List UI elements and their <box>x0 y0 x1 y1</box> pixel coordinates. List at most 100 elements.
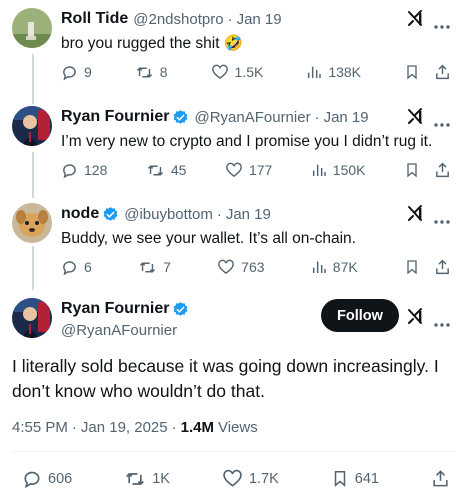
repost-icon <box>136 67 152 77</box>
bookmark-count: 641 <box>354 470 379 487</box>
thread-line-3 <box>32 246 34 290</box>
tweet-text: Buddy, we see your wallet. It’s all on-c… <box>61 230 356 247</box>
views-icon <box>312 164 326 176</box>
handle[interactable]: @2ndshotpro <box>133 11 223 28</box>
views-count: 87K <box>332 259 358 275</box>
repost-button[interactable]: 8 <box>135 64 168 81</box>
like-count: 763 <box>241 259 265 275</box>
dot-separator: · <box>227 10 233 28</box>
views-label: Views <box>217 419 258 436</box>
repost-count: 8 <box>159 64 168 80</box>
bookmark-icon[interactable] <box>404 258 420 276</box>
follow-button[interactable]: Follow <box>321 299 399 332</box>
bookmark-icon[interactable] <box>404 161 420 179</box>
bookmark-icon[interactable] <box>404 63 420 81</box>
dot-separator: · <box>216 205 222 223</box>
avatar[interactable] <box>12 106 52 146</box>
grok-icon[interactable] <box>406 9 424 27</box>
main-tweet-text-line: I literally sold because it was going do… <box>12 356 439 376</box>
display-name[interactable]: Roll Tide <box>61 10 128 28</box>
views-icon <box>308 66 322 78</box>
avatar[interactable] <box>12 203 52 243</box>
verified-badge-icon <box>174 109 188 124</box>
views-button[interactable]: 150K <box>311 162 366 178</box>
avatar[interactable] <box>12 8 52 48</box>
tweet-date[interactable]: Jan 19 <box>324 109 369 126</box>
reply-icon <box>63 260 76 275</box>
action-bar: 9 8 1.5K 138K <box>61 63 451 81</box>
display-name[interactable]: Ryan Fournier <box>61 300 169 318</box>
tweet-date[interactable]: Jan 19 <box>226 206 271 223</box>
reply-icon <box>24 471 40 488</box>
share-icon[interactable] <box>434 161 451 179</box>
thread-line-2 <box>32 152 34 198</box>
more-icon[interactable] <box>433 211 451 224</box>
views-count: 138K <box>328 64 362 80</box>
handle[interactable]: @RyanAFournier <box>194 109 310 126</box>
grok-icon[interactable] <box>406 107 424 125</box>
repost-icon <box>126 472 145 485</box>
views-count: 150K <box>332 162 366 178</box>
repost-button[interactable]: 1K <box>124 469 170 489</box>
like-icon <box>218 259 234 274</box>
reply-button[interactable]: 606 <box>22 469 72 489</box>
share-icon[interactable] <box>431 468 450 489</box>
reply-count: 9 <box>84 64 92 80</box>
repost-button[interactable]: 7 <box>138 259 171 276</box>
like-icon <box>223 469 242 487</box>
grok-icon[interactable] <box>406 307 424 325</box>
tweet-date[interactable]: Jan 19, 2025 <box>81 419 168 436</box>
views-icon <box>312 261 326 273</box>
tweet-text: I’m very new to crypto and I promise you… <box>61 133 433 150</box>
bookmark-button[interactable]: 641 <box>331 468 379 489</box>
reply-icon <box>63 163 76 178</box>
like-icon <box>211 64 228 79</box>
views-button[interactable]: 138K <box>306 64 361 80</box>
tweet-text: bro you rugged the shit 🤣 <box>61 35 244 52</box>
views-button[interactable]: 87K <box>311 259 358 275</box>
dot-separator: · <box>171 419 177 436</box>
like-button[interactable]: 1.5K <box>211 64 264 81</box>
repost-count: 7 <box>163 259 171 275</box>
action-bar: 128 45 177 150K <box>61 161 451 179</box>
verified-badge-icon <box>174 301 188 316</box>
dot-separator: · <box>314 108 320 126</box>
share-icon[interactable] <box>434 258 451 276</box>
divider <box>12 451 455 452</box>
like-count: 177 <box>248 162 273 178</box>
reply-button[interactable]: 6 <box>61 259 92 276</box>
like-button[interactable]: 1.7K <box>222 469 279 489</box>
repost-icon <box>147 165 163 175</box>
more-icon[interactable] <box>433 16 451 29</box>
bookmark-icon <box>334 471 346 487</box>
views-count: 1.4M <box>180 419 214 436</box>
main-action-bar: 606 1K 1.7K 641 <box>22 468 450 489</box>
tweet-date[interactable]: Jan 19 <box>237 11 282 28</box>
tweet-time[interactable]: 4:55 PM <box>12 419 68 436</box>
like-count: 1.7K <box>248 470 279 487</box>
tweet-meta: 4:55 PM · Jan 19, 2025 · 1.4M Views <box>12 419 258 436</box>
verified-badge-icon <box>103 206 118 221</box>
main-tweet-text-line: don’t know who wouldn’t do that. <box>12 381 265 401</box>
handle[interactable]: @RyanAFournier <box>61 322 177 339</box>
more-icon[interactable] <box>433 114 451 127</box>
display-name[interactable]: node <box>61 205 99 223</box>
grok-icon[interactable] <box>406 204 424 222</box>
repost-count: 1K <box>152 470 170 487</box>
more-icon[interactable] <box>433 314 451 327</box>
main-tweet-text: I literally sold because it was going do… <box>12 354 460 404</box>
reply-button[interactable]: 9 <box>61 64 92 81</box>
like-icon <box>226 162 242 177</box>
repost-button[interactable]: 45 <box>146 162 186 179</box>
display-name[interactable]: Ryan Fournier <box>61 108 169 126</box>
reply-count: 6 <box>84 259 92 275</box>
handle[interactable]: @ibuybottom <box>124 206 213 223</box>
like-button[interactable]: 177 <box>225 162 272 179</box>
repost-icon <box>139 262 156 272</box>
avatar[interactable] <box>12 298 52 338</box>
reply-button[interactable]: 128 <box>61 162 107 179</box>
reply-count: 128 <box>84 162 108 178</box>
like-button[interactable]: 763 <box>217 259 265 276</box>
like-count: 1.5K <box>234 64 264 80</box>
share-icon[interactable] <box>434 63 451 81</box>
